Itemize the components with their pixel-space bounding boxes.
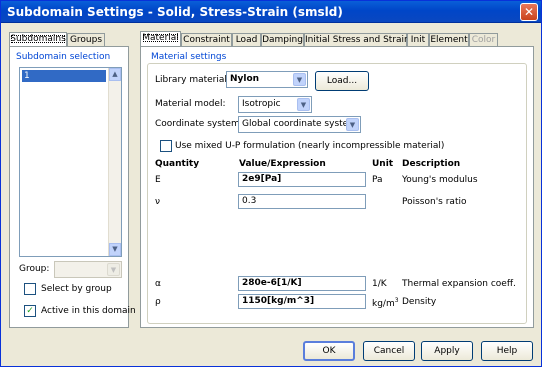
quantity-header: Quantity	[155, 159, 200, 169]
coordinate-system-label: Coordinate system:	[155, 119, 243, 129]
material-model-label: Material model:	[155, 99, 226, 109]
apply-button[interactable]: Apply	[421, 341, 473, 361]
description-alpha: Thermal expansion coeff.	[402, 279, 516, 289]
coordinate-system-value: Global coordinate system	[242, 119, 357, 129]
unit-header: Unit	[372, 159, 394, 169]
youngs-modulus-field[interactable]: 2e9[Pa]	[238, 172, 366, 187]
quantity-nu: ν	[155, 197, 161, 207]
tab-init[interactable]: Init	[407, 33, 429, 47]
material-settings-label: Material settings	[151, 52, 227, 62]
chevron-down-icon: ▼	[346, 118, 359, 131]
tab-material[interactable]: Material	[140, 31, 181, 47]
description-header: Description	[402, 159, 461, 169]
library-material-select[interactable]: Nylon ▼	[226, 71, 308, 88]
thermal-expansion-field[interactable]: 280e-6[1/K]	[238, 276, 366, 291]
title-bar[interactable]: Subdomain Settings - Solid, Stress-Strai…	[1, 1, 541, 23]
cancel-button[interactable]: Cancel	[363, 341, 415, 361]
chevron-down-icon: ▼	[293, 73, 306, 86]
group-select: ▼	[54, 261, 122, 278]
tab-initial-stress-strain[interactable]: Initial Stress and Strain	[304, 33, 410, 47]
density-field[interactable]: 1150[kg/m^3]	[238, 294, 366, 309]
description-rho: Density	[402, 297, 437, 307]
quantity-alpha: α	[155, 279, 161, 289]
library-material-value: Nylon	[230, 74, 260, 84]
subdomain-settings-dialog: Subdomain Settings - Solid, Stress-Strai…	[0, 0, 542, 367]
unit-rho-exponent: 3	[394, 297, 399, 304]
material-model-value: Isotropic	[242, 99, 281, 109]
up-arrow-icon[interactable]: ▲	[109, 68, 121, 81]
chevron-down-icon: ▼	[107, 263, 120, 276]
list-item[interactable]: 1	[22, 70, 106, 82]
mixed-up-label: Use mixed U-P formulation (nearly incomp…	[175, 141, 445, 151]
subdomain-panel: Subdomain selection 1 ▲ ▼ Group: ▼ Selec…	[9, 46, 136, 328]
close-button[interactable]: ✕	[520, 3, 538, 21]
select-by-group-label: Select by group	[41, 284, 112, 294]
tab-constraint[interactable]: Constraint	[181, 33, 232, 47]
select-by-group-checkbox[interactable]	[24, 283, 36, 295]
material-panel: Material settings Library material: Nylo…	[140, 46, 534, 328]
group-label: Group:	[19, 264, 50, 274]
help-button[interactable]: Help	[481, 341, 533, 361]
subdomain-listbox[interactable]: 1 ▲ ▼	[19, 67, 122, 257]
unit-alpha: 1/K	[372, 279, 387, 289]
down-arrow-icon[interactable]: ▼	[109, 243, 121, 256]
material-model-select[interactable]: Isotropic ▼	[238, 96, 312, 113]
window-title: Subdomain Settings - Solid, Stress-Strai…	[7, 5, 343, 19]
library-material-label: Library material:	[155, 75, 230, 85]
tab-element[interactable]: Element	[429, 33, 469, 47]
active-in-domain-checkbox[interactable]: ✓	[24, 305, 36, 317]
tab-groups[interactable]: Groups	[67, 33, 105, 47]
unit-e: Pa	[372, 175, 383, 185]
tab-subdomains[interactable]: Subdomains	[9, 32, 67, 47]
vertical-scrollbar[interactable]: ▲ ▼	[108, 68, 121, 256]
quantity-e: E	[155, 175, 161, 185]
tab-color: Color	[469, 33, 498, 47]
quantity-rho: ρ	[155, 297, 161, 307]
mixed-up-checkbox[interactable]	[160, 140, 172, 152]
ok-button[interactable]: OK	[303, 341, 355, 361]
active-in-domain-label: Active in this domain	[41, 306, 136, 316]
poissons-ratio-field[interactable]: 0.3	[238, 194, 366, 209]
tab-load[interactable]: Load	[232, 33, 261, 47]
subdomain-selection-label: Subdomain selection	[16, 52, 111, 62]
value-header: Value/Expression	[239, 159, 326, 169]
description-e: Young's modulus	[402, 175, 478, 185]
description-nu: Poisson's ratio	[402, 197, 467, 207]
load-button[interactable]: Load...	[315, 71, 369, 91]
unit-rho-base: kg/m	[372, 299, 395, 309]
unit-rho: kg/m3	[372, 297, 399, 309]
coordinate-system-select[interactable]: Global coordinate system ▼	[238, 116, 361, 133]
chevron-down-icon: ▼	[297, 98, 310, 111]
tab-damping[interactable]: Damping	[261, 33, 304, 47]
